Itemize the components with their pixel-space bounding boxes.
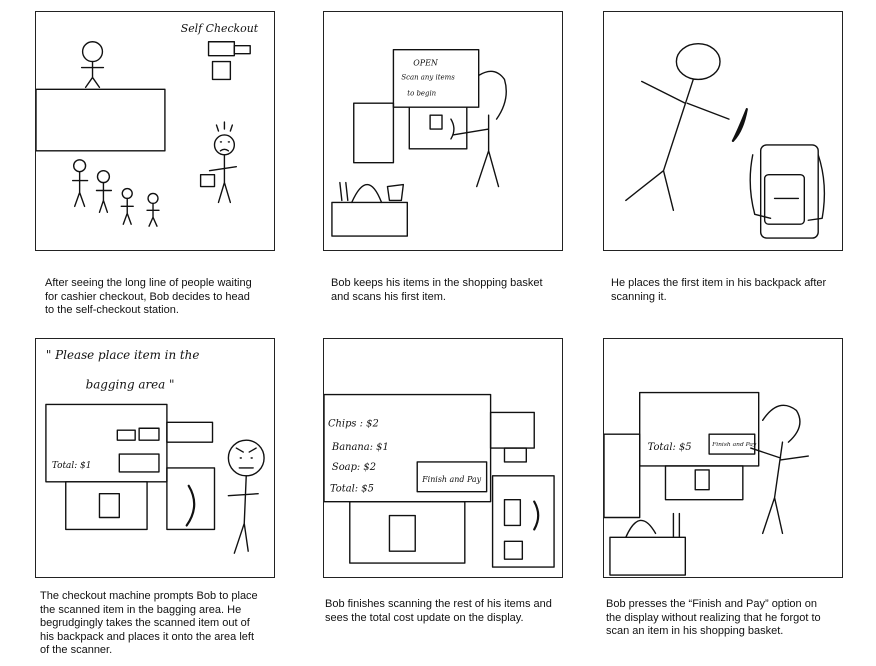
screen-bag-icon [118, 453, 160, 473]
shopping-basket [609, 512, 687, 576]
bob-figure [199, 121, 238, 204]
checkout-machine-scanner [233, 45, 251, 55]
scanned-item [429, 114, 443, 130]
shopping-basket [331, 181, 408, 237]
scanned-item [694, 469, 710, 491]
bagging-area [349, 500, 466, 564]
panel-4-caption: The checkout machine prompts Bob to plac… [40, 590, 258, 656]
scanner-glass [166, 421, 214, 443]
panel-5-sketch: Chips : $2 Banana: $1 Soap: $2 Total: $5… [324, 393, 555, 568]
item-in-backpack [503, 498, 522, 527]
panel-6-sketch: Total: $5 Finish and Pay [604, 391, 809, 576]
self-checkout-sign: Self Checkout [181, 22, 259, 35]
people-in-line [71, 159, 160, 227]
storyboard-panel-1: Self Checkout [35, 11, 275, 251]
scanner-glass [489, 411, 535, 449]
scanner-base [664, 465, 744, 501]
storyboard-panel-4: " Please place item in the bagging area … [35, 338, 275, 578]
panel-2-sketch: OPEN Scan any items to begin [331, 48, 507, 237]
screen-total-text: Total: $1 [52, 461, 92, 471]
storyboard-panel-3 [603, 11, 843, 251]
bagging-area [65, 481, 148, 531]
panel-4-sketch: " Please place item in the bagging area … [45, 348, 265, 554]
cashier-counter [36, 88, 166, 152]
item-in-backpack [185, 484, 196, 527]
bagging-area [604, 433, 641, 519]
panel-5-caption: Bob finishes scanning the rest of his it… [325, 598, 552, 624]
scanned-item [388, 514, 416, 552]
storyboard-panel-6: Total: $5 Finish and Pay [603, 338, 843, 578]
backpack [749, 144, 826, 239]
speech-line-2: bagging area " [86, 378, 175, 392]
item-chips: Chips : $2 [328, 418, 379, 429]
item-in-backpack-3 [503, 540, 524, 560]
scanner-stand [503, 447, 527, 463]
screen-scan-text: Scan any items [401, 73, 455, 81]
item-banana: Banana: $1 [331, 442, 389, 453]
scanner-glass [450, 118, 455, 140]
item-total: Total: $5 [330, 484, 374, 495]
screen-open-text: OPEN [413, 59, 439, 68]
scanned-item [731, 108, 748, 143]
screen-total-text: Total: $5 [648, 442, 692, 453]
checkout-machine-screen [207, 41, 236, 57]
scanner-housing [408, 106, 468, 150]
finish-and-pay-label: Finish and Pay [421, 475, 481, 484]
screen-item-icon [116, 429, 136, 441]
storyboard-panel-5: Chips : $2 Banana: $1 Soap: $2 Total: $5… [323, 338, 563, 578]
panel-3-sketch [625, 43, 826, 239]
cashier-figure [80, 41, 105, 89]
storyboard-panel-2: OPEN Scan any items to begin [323, 11, 563, 251]
checkout-machine-base [211, 60, 232, 81]
checkout-screen [639, 391, 760, 467]
item-soap: Soap: $2 [332, 462, 376, 473]
backpack-area [491, 475, 555, 568]
panel-3-caption: He places the first item in his backpack… [611, 277, 827, 303]
panel-6-caption: Bob presses the “Finish and Pay” option … [606, 598, 821, 637]
bob-figure [625, 43, 730, 212]
bagging-area [353, 102, 395, 164]
item-in-backpack-2 [533, 500, 540, 531]
panel-1-caption: After seeing the long line of people wai… [45, 277, 252, 316]
scanned-item [98, 493, 120, 519]
speech-line-1: " Please place item in the [46, 348, 199, 362]
bob-figure [227, 439, 265, 554]
screen-begin-text: to begin [407, 89, 436, 97]
panel-1-sketch: Self Checkout [36, 22, 259, 227]
finish-and-pay-label: Finish and Pay [711, 441, 757, 448]
screen-item-icon-2 [138, 427, 160, 441]
panel-2-caption: Bob keeps his items in the shopping bask… [331, 277, 543, 303]
